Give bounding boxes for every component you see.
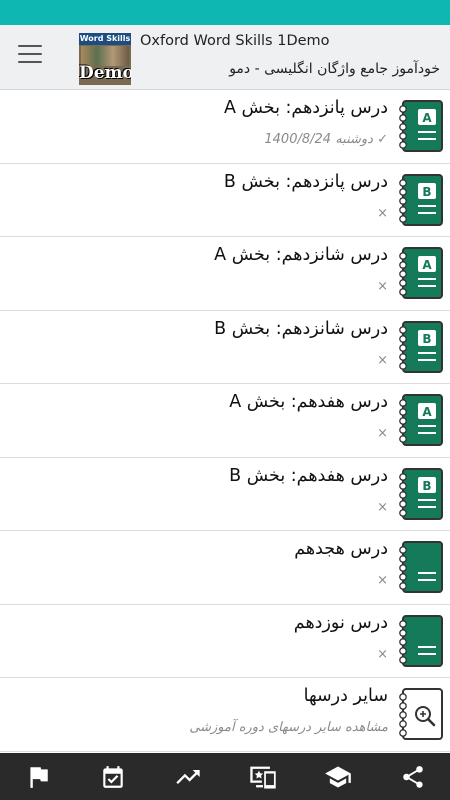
lesson-title: درس هفدهم: بخش A <box>229 392 388 412</box>
lesson-row[interactable]: A درس شانزدهم: بخش A × <box>0 237 450 311</box>
status-bar <box>0 0 450 25</box>
lesson-status: × <box>377 499 388 515</box>
notebook-icon: A <box>396 393 444 447</box>
notebook-icon <box>396 614 444 668</box>
lesson-title: درس هفدهم: بخش B <box>229 465 388 486</box>
lesson-status: ✓ دوشنبه 1400/8/24 <box>264 132 388 147</box>
svg-text:B: B <box>422 479 431 493</box>
graduation-cap-icon[interactable] <box>316 757 360 797</box>
app-title: Oxford Word Skills 1Demo <box>140 33 330 49</box>
calendar-check-icon[interactable] <box>91 757 135 797</box>
lesson-status: × <box>377 426 388 441</box>
notebook-icon: B <box>396 320 444 374</box>
search-notebook-icon <box>396 687 444 741</box>
svg-text:A: A <box>422 405 432 419</box>
notebook-icon: B <box>396 173 444 227</box>
lesson-row[interactable]: A درس پانزدهم: بخش A ✓ دوشنبه 1400/8/24 <box>0 90 450 164</box>
svg-text:B: B <box>422 185 431 199</box>
lesson-status: × <box>377 646 388 662</box>
bottom-nav <box>0 753 450 800</box>
lesson-status: × <box>377 573 388 588</box>
lesson-row[interactable]: درس نوزدهم × <box>0 605 450 678</box>
notebook-icon: A <box>396 246 444 300</box>
flag-icon[interactable] <box>16 757 60 797</box>
lesson-title: درس شانزدهم: بخش B <box>214 318 388 339</box>
menu-icon[interactable] <box>18 45 42 65</box>
lesson-row[interactable]: B درس هفدهم: بخش B × <box>0 458 450 531</box>
lesson-status: × <box>377 205 388 221</box>
notebook-icon: A <box>396 99 444 153</box>
lesson-title: درس هجدهم <box>294 539 388 559</box>
lesson-status: مشاهده سایر درسهای دوره آموزشی <box>189 720 388 735</box>
notebook-icon: B <box>396 467 444 521</box>
lesson-title: درس پانزدهم: بخش A <box>223 98 388 118</box>
lesson-title: درس نوزدهم <box>293 612 388 633</box>
svg-text:A: A <box>422 111 432 125</box>
lesson-title: سایر درسها <box>303 686 388 706</box>
app-logo: Word Skills Demo <box>79 33 131 85</box>
svg-text:B: B <box>422 332 431 346</box>
app-subtitle: خودآموز جامع واژگان انگلیسی - دمو <box>229 61 440 77</box>
devices-star-icon[interactable] <box>241 757 285 797</box>
lesson-status: × <box>377 352 388 368</box>
notebook-icon <box>396 540 444 594</box>
svg-text:A: A <box>422 258 432 272</box>
trending-up-icon[interactable] <box>166 757 210 797</box>
app-bar: Word Skills Demo Oxford Word Skills 1Dem… <box>0 25 450 90</box>
lesson-status: × <box>377 279 388 294</box>
lesson-row[interactable]: B درس پانزدهم: بخش B × <box>0 164 450 237</box>
share-icon[interactable] <box>391 757 435 797</box>
lesson-title: درس شانزدهم: بخش A <box>214 245 388 265</box>
lesson-row[interactable]: درس هجدهم × <box>0 531 450 605</box>
lesson-title: درس پانزدهم: بخش B <box>223 171 388 192</box>
lesson-row[interactable]: B درس شانزدهم: بخش B × <box>0 311 450 384</box>
lesson-row[interactable]: A درس هفدهم: بخش A × <box>0 384 450 458</box>
lesson-row[interactable]: سایر درسها مشاهده سایر درسهای دوره آموزش… <box>0 678 450 752</box>
lesson-list: A درس پانزدهم: بخش A ✓ دوشنبه 1400/8/24 … <box>0 90 450 753</box>
